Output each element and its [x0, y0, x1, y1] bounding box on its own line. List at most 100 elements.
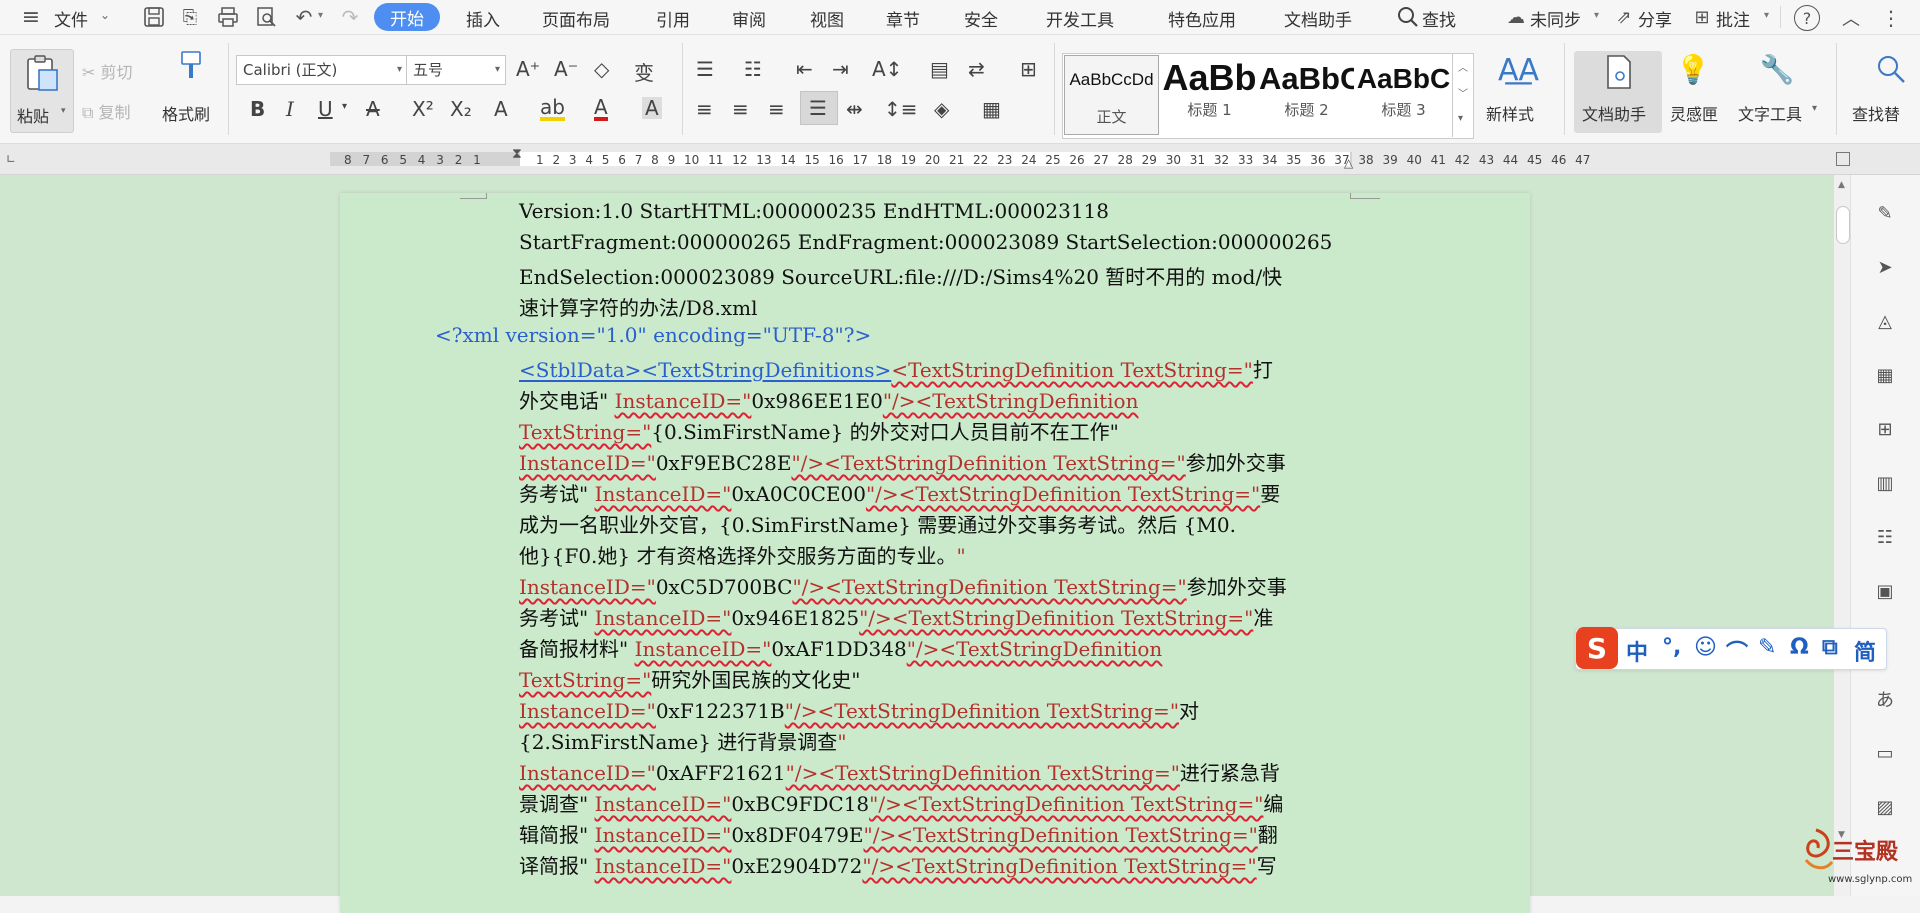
- bold-icon[interactable]: B: [250, 97, 265, 121]
- comment-button[interactable]: 批注: [1716, 6, 1750, 31]
- cut-button[interactable]: ✂ 剪切: [82, 59, 133, 83]
- shading-icon[interactable]: ◈: [934, 97, 949, 121]
- ime-simplified-mode[interactable]: 简: [1854, 635, 1876, 667]
- justify-button[interactable]: ☰: [800, 91, 838, 125]
- toolbox-icon[interactable]: ⧉: [1822, 635, 1838, 660]
- cursor-select-icon[interactable]: ➤: [1874, 256, 1896, 278]
- chevron-down-icon[interactable]: ﹀: [1458, 85, 1468, 100]
- xml-line[interactable]: 务考试" InstanceID="0xA0C0CE00"/><TextStrin…: [519, 478, 1280, 507]
- tab-insert[interactable]: 插入: [466, 6, 500, 31]
- expand-gallery-icon[interactable]: ▾: [1458, 113, 1463, 124]
- comment-icon[interactable]: ⊞: [1690, 6, 1714, 28]
- tab-doc-assistant[interactable]: 文档助手: [1284, 6, 1352, 31]
- xml-line[interactable]: 景调查" InstanceID="0xBC9FDC18"/><TextStrin…: [519, 788, 1283, 817]
- share-button[interactable]: 分享: [1638, 6, 1672, 31]
- sync-status[interactable]: 未同步: [1530, 6, 1581, 31]
- scrollbar-thumb[interactable]: [1836, 206, 1850, 244]
- align-left-icon[interactable]: ≡: [696, 97, 713, 121]
- more-icon[interactable]: ⋮: [1878, 5, 1904, 31]
- xml-line[interactable]: TextString="研究外国民族的文化史": [519, 664, 860, 693]
- xml-line[interactable]: InstanceID="0xC5D700BC"/><TextStringDefi…: [519, 571, 1287, 600]
- align-center-icon[interactable]: ≡: [732, 97, 749, 121]
- phonetic-guide-icon[interactable]: 变: [634, 57, 654, 86]
- style-heading-3[interactable]: AaBbC 标题 3: [1356, 53, 1451, 129]
- show-marks-icon[interactable]: ⇄: [968, 57, 985, 81]
- style-heading-1[interactable]: AaBb 标题 1: [1162, 53, 1257, 129]
- xml-line[interactable]: 辑简报" InstanceID="0x8DF0479E"/><TextStrin…: [519, 819, 1278, 848]
- comment-dropdown-icon[interactable]: ▾: [1764, 10, 1769, 21]
- apps-grid-icon[interactable]: ⊞: [1874, 418, 1896, 440]
- style-gallery-scroll[interactable]: ︿ ﹀ ▾: [1452, 53, 1473, 137]
- doc-assistant-button[interactable]: 文档助手: [1574, 51, 1662, 133]
- italic-icon[interactable]: I: [286, 97, 294, 121]
- search-button[interactable]: 查找: [1422, 6, 1456, 31]
- xml-line[interactable]: InstanceID="0xF122371B"/><TextStringDefi…: [519, 695, 1199, 724]
- font-name-select[interactable]: Calibri (正文) ▾: [236, 55, 408, 85]
- tab-stop-icon[interactable]: ∟: [6, 152, 16, 166]
- subscript-icon[interactable]: X₂: [450, 97, 472, 121]
- underline-icon[interactable]: U: [318, 97, 333, 121]
- ime-toolbar[interactable]: S 中 °, ☺ ⌒ ✎ Ω ⧉ 简: [1575, 627, 1887, 670]
- table-borders-icon[interactable]: ⊞: [1020, 57, 1037, 81]
- scroll-up-icon[interactable]: ▲: [1838, 180, 1845, 190]
- archive-icon[interactable]: ▭: [1874, 742, 1896, 764]
- indent-marker[interactable]: ⧗: [512, 146, 522, 162]
- chevron-down-icon[interactable]: ⌄: [100, 8, 110, 22]
- image-library-icon[interactable]: ▣: [1874, 580, 1896, 602]
- sync-dropdown-icon[interactable]: ▾: [1594, 10, 1599, 21]
- align-right-icon[interactable]: ≡: [768, 97, 785, 121]
- tab-references[interactable]: 引用: [656, 6, 690, 31]
- xml-line[interactable]: {2.SimFirstName} 进行背景调查": [519, 726, 847, 755]
- distributed-icon[interactable]: ⇹: [846, 97, 863, 121]
- text-tools-button[interactable]: 文字工具: [1738, 101, 1802, 125]
- save-icon[interactable]: [142, 5, 166, 29]
- xml-line[interactable]: 务考试" InstanceID="0x946E1825"/><TextStrin…: [519, 602, 1273, 631]
- xml-line[interactable]: 成为一名职业外交官，{0.SimFirstName} 需要通过外交事务考试。然后…: [519, 509, 1236, 538]
- translate-icon[interactable]: あ: [1874, 688, 1896, 711]
- xml-line[interactable]: InstanceID="0xAFF21621"/><TextStringDefi…: [519, 757, 1280, 786]
- char-shading-icon[interactable]: A: [642, 97, 662, 119]
- text-effect-icon[interactable]: A: [494, 97, 508, 121]
- ime-punctuation-mode[interactable]: °,: [1662, 635, 1681, 660]
- search-icon[interactable]: [1396, 5, 1420, 29]
- chart-icon[interactable]: ▥: [1874, 472, 1896, 494]
- undo-icon[interactable]: ↶: [292, 5, 316, 29]
- shrink-font-icon[interactable]: A⁻: [554, 57, 578, 81]
- text-line[interactable]: 速计算字符的办法/D8.xml: [519, 292, 758, 321]
- text-tools-dropdown-icon[interactable]: ▾: [1812, 103, 1817, 114]
- emoji-icon[interactable]: ☺: [1694, 635, 1717, 660]
- highlight-icon[interactable]: ab: [540, 97, 565, 121]
- numbered-list-icon[interactable]: ☷: [744, 57, 762, 81]
- xml-line[interactable]: 备简报材料" InstanceID="0xAF1DD348"/><TextStr…: [519, 633, 1162, 662]
- superscript-icon[interactable]: X²: [412, 97, 434, 121]
- collapse-ribbon-icon[interactable]: ︿: [1838, 5, 1864, 31]
- special-chars-icon[interactable]: Ω: [1790, 635, 1809, 660]
- xml-line[interactable]: TextString="{0.SimFirstName} 的外交对口人员目前不在…: [519, 416, 1119, 445]
- cloud-sync-icon[interactable]: ☁: [1504, 6, 1528, 28]
- right-indent-marker[interactable]: △: [1344, 156, 1353, 170]
- table-icon[interactable]: ▦: [1874, 364, 1896, 386]
- ime-chinese-mode[interactable]: 中: [1626, 635, 1648, 667]
- share-icon[interactable]: ⇗: [1612, 6, 1636, 28]
- line-spacing-icon[interactable]: ↕≡: [884, 97, 918, 121]
- vertical-scrollbar[interactable]: [1834, 175, 1850, 896]
- undo-dropdown-icon[interactable]: ▾: [318, 10, 323, 21]
- inspiration-button[interactable]: 灵感匣: [1670, 101, 1718, 125]
- paste-button[interactable]: 粘贴 ▾: [10, 49, 74, 133]
- increase-indent-icon[interactable]: ⇥: [832, 57, 849, 81]
- settings-sliders-icon[interactable]: ☷: [1874, 526, 1896, 548]
- strikethrough-icon[interactable]: A: [366, 97, 380, 121]
- xml-line[interactable]: InstanceID="0xF9EBC28E"/><TextStringDefi…: [519, 447, 1286, 476]
- chevron-up-icon[interactable]: ︿: [1458, 59, 1468, 74]
- tab-security[interactable]: 安全: [964, 6, 998, 31]
- print-preview-icon[interactable]: [254, 5, 278, 29]
- grow-font-icon[interactable]: A⁺: [516, 57, 540, 81]
- redo-icon[interactable]: ↷: [338, 5, 362, 29]
- hamburger-menu-icon[interactable]: ≡: [18, 5, 44, 30]
- format-painter-button[interactable]: 格式刷: [162, 101, 210, 125]
- find-replace-button[interactable]: 查找替: [1852, 101, 1900, 125]
- ruler-toggle-icon[interactable]: [1836, 152, 1850, 166]
- tab-review[interactable]: 审阅: [732, 6, 766, 31]
- xml-line[interactable]: <StblData><TextStringDefinitions><TextSt…: [519, 354, 1273, 383]
- tab-home[interactable]: 开始: [374, 3, 440, 31]
